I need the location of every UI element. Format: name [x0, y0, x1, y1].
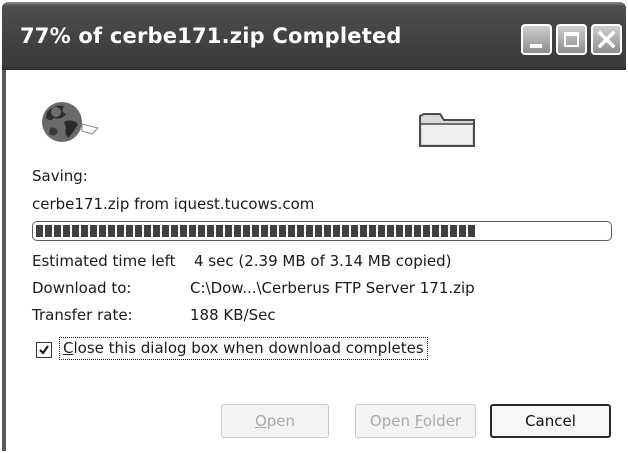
download-to-label: Download to: [32, 279, 132, 297]
close-icon [597, 30, 616, 49]
saving-label: Saving: [32, 167, 88, 185]
open-folder-button-prefix: Open [369, 412, 415, 430]
close-on-complete-mnemonic: C [63, 339, 74, 357]
minimize-button[interactable] [521, 24, 552, 55]
minimize-icon [530, 44, 542, 48]
open-button-mnemonic: O [254, 412, 267, 430]
folder-icon [419, 113, 475, 147]
open-button[interactable]: Open [221, 404, 329, 438]
window-title: 77% of cerbe171.zip Completed [20, 24, 402, 48]
progress-fill [36, 225, 476, 237]
download-progress-bar [32, 221, 612, 241]
open-folder-button[interactable]: Open Folder [355, 404, 476, 438]
close-on-complete-checkbox[interactable] [36, 342, 52, 358]
close-on-complete-text: lose this dialog box when download compl… [73, 339, 424, 357]
open-folder-button-mnemonic: F [414, 412, 423, 430]
transfer-rate-label: Transfer rate: [32, 306, 133, 324]
estimated-time-value: 4 sec (2.39 MB of 3.14 MB copied) [194, 252, 452, 270]
title-bar[interactable]: 77% of cerbe171.zip Completed [2, 2, 626, 70]
checkmark-icon [39, 345, 49, 355]
download-dialog: 77% of cerbe171.zip Completed Saving: ce… [2, 2, 626, 451]
estimated-time-label: Estimated time left [32, 252, 176, 270]
open-button-label: pen [266, 412, 296, 430]
file-source-text: cerbe171.zip from iquest.tucows.com [32, 195, 315, 213]
cancel-button[interactable]: Cancel [490, 404, 611, 438]
transfer-rate-value: 188 KB/Sec [190, 306, 276, 324]
window-frame [2, 70, 6, 451]
maximize-icon [564, 32, 579, 47]
maximize-button[interactable] [556, 24, 587, 55]
open-folder-button-label: older [422, 412, 462, 430]
download-to-value: C:\Dow...\Cerberus FTP Server 171.zip [190, 279, 475, 297]
close-on-complete-label[interactable]: Close this dialog box when download comp… [59, 337, 428, 360]
close-button[interactable] [591, 24, 622, 55]
globe-icon [42, 102, 99, 142]
